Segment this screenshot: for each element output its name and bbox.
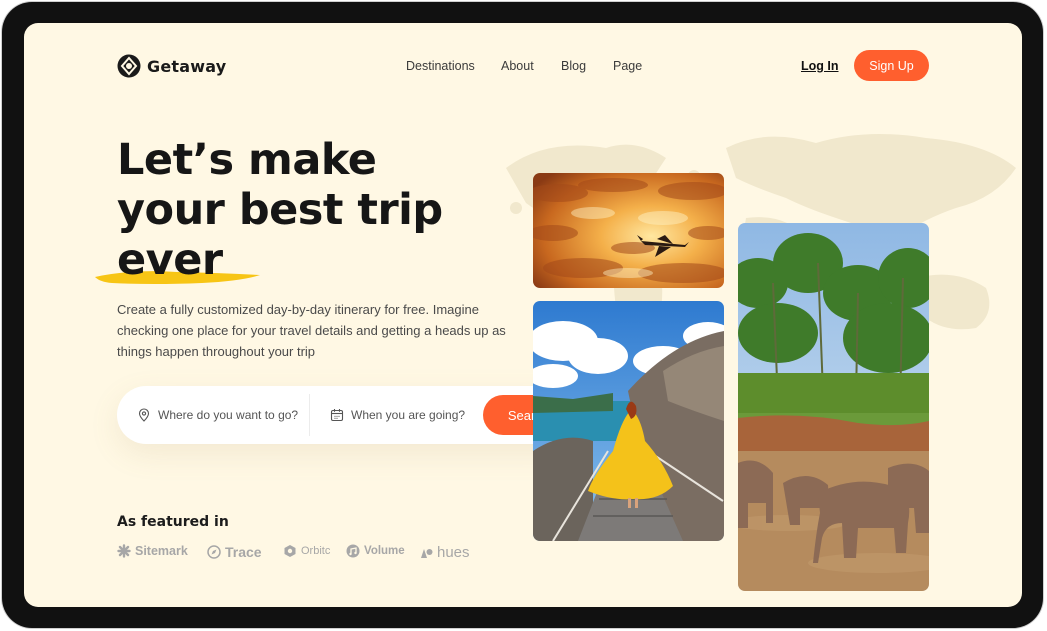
brand-logo[interactable]: Getaway	[117, 54, 226, 78]
brand-hues-label: hues	[437, 544, 470, 561]
app-screen: Getaway Destinations About Blog Page Log…	[24, 23, 1022, 607]
signup-button[interactable]: Sign Up	[854, 50, 929, 81]
airplane-sunset-photo	[533, 173, 724, 288]
orbitc-logo-icon	[284, 545, 296, 557]
volume-logo-icon	[346, 544, 360, 558]
nav-item-blog[interactable]: Blog	[561, 59, 586, 73]
brand-name: Getaway	[147, 56, 227, 76]
hero-title-line-1: Let’s make	[117, 135, 377, 185]
hues-logo-icon	[421, 548, 433, 558]
date-input[interactable]: When you are going?	[330, 386, 465, 444]
nav-item-destinations[interactable]: Destinations	[406, 59, 475, 73]
hero-description: Create a fully customized day-by-day iti…	[117, 302, 506, 359]
brand-sitemark-label: Sitemark	[135, 544, 188, 558]
brand-orbitc: Orbitc	[283, 544, 330, 558]
hero-title-line-3: ever	[117, 235, 223, 285]
date-placeholder: When you are going?	[351, 408, 466, 422]
search-divider	[309, 394, 310, 436]
search-bar: Where do you want to go? When you are go…	[117, 386, 582, 444]
destination-input[interactable]: Where do you want to go?	[137, 386, 298, 444]
brand-volume-label: Volume	[364, 545, 405, 557]
featured-title: As featured in	[117, 514, 229, 530]
calendar-icon	[330, 409, 344, 422]
destination-placeholder: Where do you want to go?	[158, 408, 299, 422]
brand-volume: Volume	[346, 544, 405, 558]
hero-title: Let’s make your best trip ever	[117, 135, 537, 285]
trace-logo-icon	[207, 545, 221, 559]
hero-title-line-2: your best trip	[117, 185, 443, 235]
brand-sitemark: Sitemark	[117, 544, 188, 558]
brand-trace: Trace	[207, 544, 262, 560]
elephants-river-photo	[738, 223, 929, 591]
getaway-logo-icon	[117, 54, 141, 78]
brand-hues: hues	[419, 544, 470, 561]
brand-orbitc-label: Orbitc	[301, 545, 331, 557]
location-pin-icon	[138, 408, 150, 422]
nav-item-page[interactable]: Page	[613, 59, 642, 73]
woman-boardwalk-photo	[533, 301, 724, 541]
sitemark-logo-icon	[117, 544, 131, 558]
brand-trace-label: Trace	[225, 544, 262, 560]
nav-item-about[interactable]: About	[501, 59, 534, 73]
login-link[interactable]: Log In	[801, 59, 839, 73]
